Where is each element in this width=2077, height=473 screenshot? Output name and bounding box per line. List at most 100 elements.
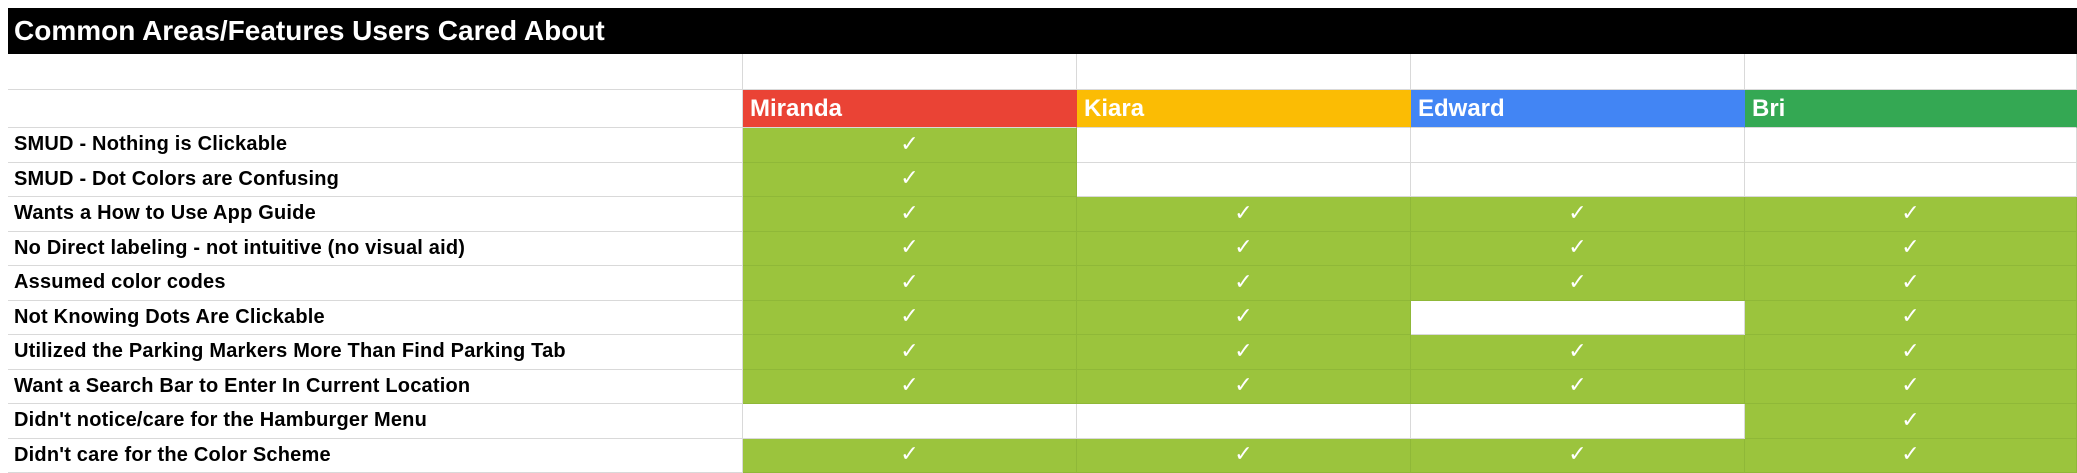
checkmark-icon: ✓ — [1568, 237, 1586, 259]
feature-label[interactable]: Wants a How to Use App Guide — [8, 197, 743, 232]
feature-label[interactable]: Didn't care for the Color Scheme — [8, 439, 743, 473]
feature-label[interactable]: Utilized the Parking Markers More Than F… — [8, 335, 743, 370]
check-cell-edward[interactable] — [1411, 128, 1745, 163]
feature-rows: SMUD - Nothing is Clickable✓SMUD - Dot C… — [8, 128, 2077, 473]
check-cell-bri[interactable]: ✓ — [1745, 266, 2077, 301]
checkmark-icon: ✓ — [1568, 444, 1586, 466]
check-cell-bri[interactable]: ✓ — [1745, 370, 2077, 405]
checkmark-icon: ✓ — [1901, 203, 1919, 225]
check-cell-bri[interactable]: ✓ — [1745, 404, 2077, 439]
user-header-edward[interactable]: Edward — [1411, 90, 1745, 128]
checkmark-icon: ✓ — [900, 306, 918, 328]
check-cell-miranda[interactable]: ✓ — [743, 370, 1077, 405]
checkmark-icon: ✓ — [1901, 306, 1919, 328]
table-row: Wants a How to Use App Guide ✓ ✓ ✓ ✓ — [8, 197, 2077, 232]
header-label-cell[interactable] — [8, 90, 743, 128]
check-cell-kiara[interactable]: ✓ — [1077, 335, 1411, 370]
check-cell-bri[interactable] — [1745, 163, 2077, 198]
feature-label[interactable]: SMUD - Dot Colors are Confusing — [8, 163, 743, 198]
checkmark-icon: ✓ — [1234, 444, 1252, 466]
check-cell-edward[interactable]: ✓ — [1411, 232, 1745, 267]
check-cell-edward[interactable]: ✓ — [1411, 197, 1745, 232]
checkmark-icon: ✓ — [900, 203, 918, 225]
check-cell-bri[interactable]: ✓ — [1745, 197, 2077, 232]
user-header-bri[interactable]: Bri — [1745, 90, 2077, 128]
title-row[interactable]: Common Areas/Features Users Cared About — [8, 8, 2077, 54]
check-cell-miranda[interactable]: ✓ — [743, 266, 1077, 301]
check-cell-kiara[interactable]: ✓ — [1077, 232, 1411, 267]
checkmark-icon: ✓ — [1568, 203, 1586, 225]
checkmark-icon: ✓ — [1568, 272, 1586, 294]
checkmark-icon: ✓ — [900, 444, 918, 466]
blank-row — [8, 54, 2077, 90]
checkmark-icon: ✓ — [1234, 375, 1252, 397]
check-cell-edward[interactable]: ✓ — [1411, 370, 1745, 405]
user-header-miranda[interactable]: Miranda — [743, 90, 1077, 128]
check-cell-kiara[interactable] — [1077, 404, 1411, 439]
feature-label[interactable]: Assumed color codes — [8, 266, 743, 301]
table-row: SMUD - Nothing is Clickable✓ — [8, 128, 2077, 163]
feature-label[interactable]: Not Knowing Dots Are Clickable — [8, 301, 743, 336]
user-header-kiara[interactable]: Kiara — [1077, 90, 1411, 128]
checkmark-icon: ✓ — [900, 237, 918, 259]
check-cell-miranda[interactable]: ✓ — [743, 128, 1077, 163]
check-cell-edward[interactable] — [1411, 163, 1745, 198]
check-cell-edward[interactable]: ✓ — [1411, 335, 1745, 370]
check-cell-miranda[interactable]: ✓ — [743, 163, 1077, 198]
check-cell-edward[interactable]: ✓ — [1411, 439, 1745, 473]
check-cell-miranda[interactable] — [743, 404, 1077, 439]
checkmark-icon: ✓ — [1901, 444, 1919, 466]
checkmark-icon: ✓ — [1901, 375, 1919, 397]
feature-label[interactable]: SMUD - Nothing is Clickable — [8, 128, 743, 163]
check-cell-bri[interactable]: ✓ — [1745, 439, 2077, 473]
check-cell-kiara[interactable] — [1077, 128, 1411, 163]
check-cell-miranda[interactable]: ✓ — [743, 301, 1077, 336]
checkmark-icon: ✓ — [1234, 237, 1252, 259]
check-cell-bri[interactable]: ✓ — [1745, 232, 2077, 267]
blank-cell[interactable] — [743, 54, 1077, 90]
feature-label[interactable]: No Direct labeling - not intuitive (no v… — [8, 232, 743, 267]
check-cell-miranda[interactable]: ✓ — [743, 197, 1077, 232]
blank-cell[interactable] — [1411, 54, 1745, 90]
check-cell-edward[interactable] — [1411, 301, 1745, 336]
table-row: No Direct labeling - not intuitive (no v… — [8, 232, 2077, 267]
check-cell-kiara[interactable] — [1077, 163, 1411, 198]
checkmark-icon: ✓ — [1234, 272, 1252, 294]
table-row: Assumed color codes ✓ ✓ ✓ ✓ — [8, 266, 2077, 301]
user-header-row: MirandaKiara Edward Bri — [8, 90, 2077, 128]
check-cell-miranda[interactable]: ✓ — [743, 439, 1077, 473]
check-cell-kiara[interactable]: ✓ — [1077, 439, 1411, 473]
table-row: SMUD - Dot Colors are Confusing ✓ — [8, 163, 2077, 198]
blank-cell[interactable] — [8, 54, 743, 90]
checkmark-icon: ✓ — [1234, 203, 1252, 225]
checkmark-icon: ✓ — [900, 272, 918, 294]
blank-cell[interactable] — [1745, 54, 2077, 90]
check-cell-kiara[interactable]: ✓ — [1077, 301, 1411, 336]
checkmark-icon: ✓ — [1901, 341, 1919, 363]
feature-label[interactable]: Didn't notice/care for the Hamburger Men… — [8, 404, 743, 439]
check-cell-bri[interactable] — [1745, 128, 2077, 163]
checkmark-icon: ✓ — [1568, 341, 1586, 363]
check-cell-edward[interactable]: ✓ — [1411, 266, 1745, 301]
spreadsheet: Common Areas/Features Users Cared About … — [8, 8, 2077, 473]
checkmark-icon: ✓ — [1234, 306, 1252, 328]
blank-cell[interactable] — [1077, 54, 1411, 90]
check-cell-miranda[interactable]: ✓ — [743, 232, 1077, 267]
checkmark-icon: ✓ — [1901, 410, 1919, 432]
check-cell-edward[interactable] — [1411, 404, 1745, 439]
check-cell-kiara[interactable]: ✓ — [1077, 370, 1411, 405]
user-name: Kiara — [1077, 95, 1144, 123]
check-cell-bri[interactable]: ✓ — [1745, 335, 2077, 370]
check-cell-bri[interactable]: ✓ — [1745, 301, 2077, 336]
user-name: Bri — [1745, 95, 1785, 123]
check-cell-miranda[interactable]: ✓ — [743, 335, 1077, 370]
checkmark-icon: ✓ — [900, 375, 918, 397]
user-name: Edward — [1411, 95, 1505, 123]
table-row: Not Knowing Dots Are Clickable ✓ ✓ ✓ — [8, 301, 2077, 336]
check-cell-kiara[interactable]: ✓ — [1077, 266, 1411, 301]
checkmark-icon: ✓ — [1234, 341, 1252, 363]
checkmark-icon: ✓ — [900, 168, 918, 190]
table-row: Want a Search Bar to Enter In Current Lo… — [8, 370, 2077, 405]
feature-label[interactable]: Want a Search Bar to Enter In Current Lo… — [8, 370, 743, 405]
check-cell-kiara[interactable]: ✓ — [1077, 197, 1411, 232]
